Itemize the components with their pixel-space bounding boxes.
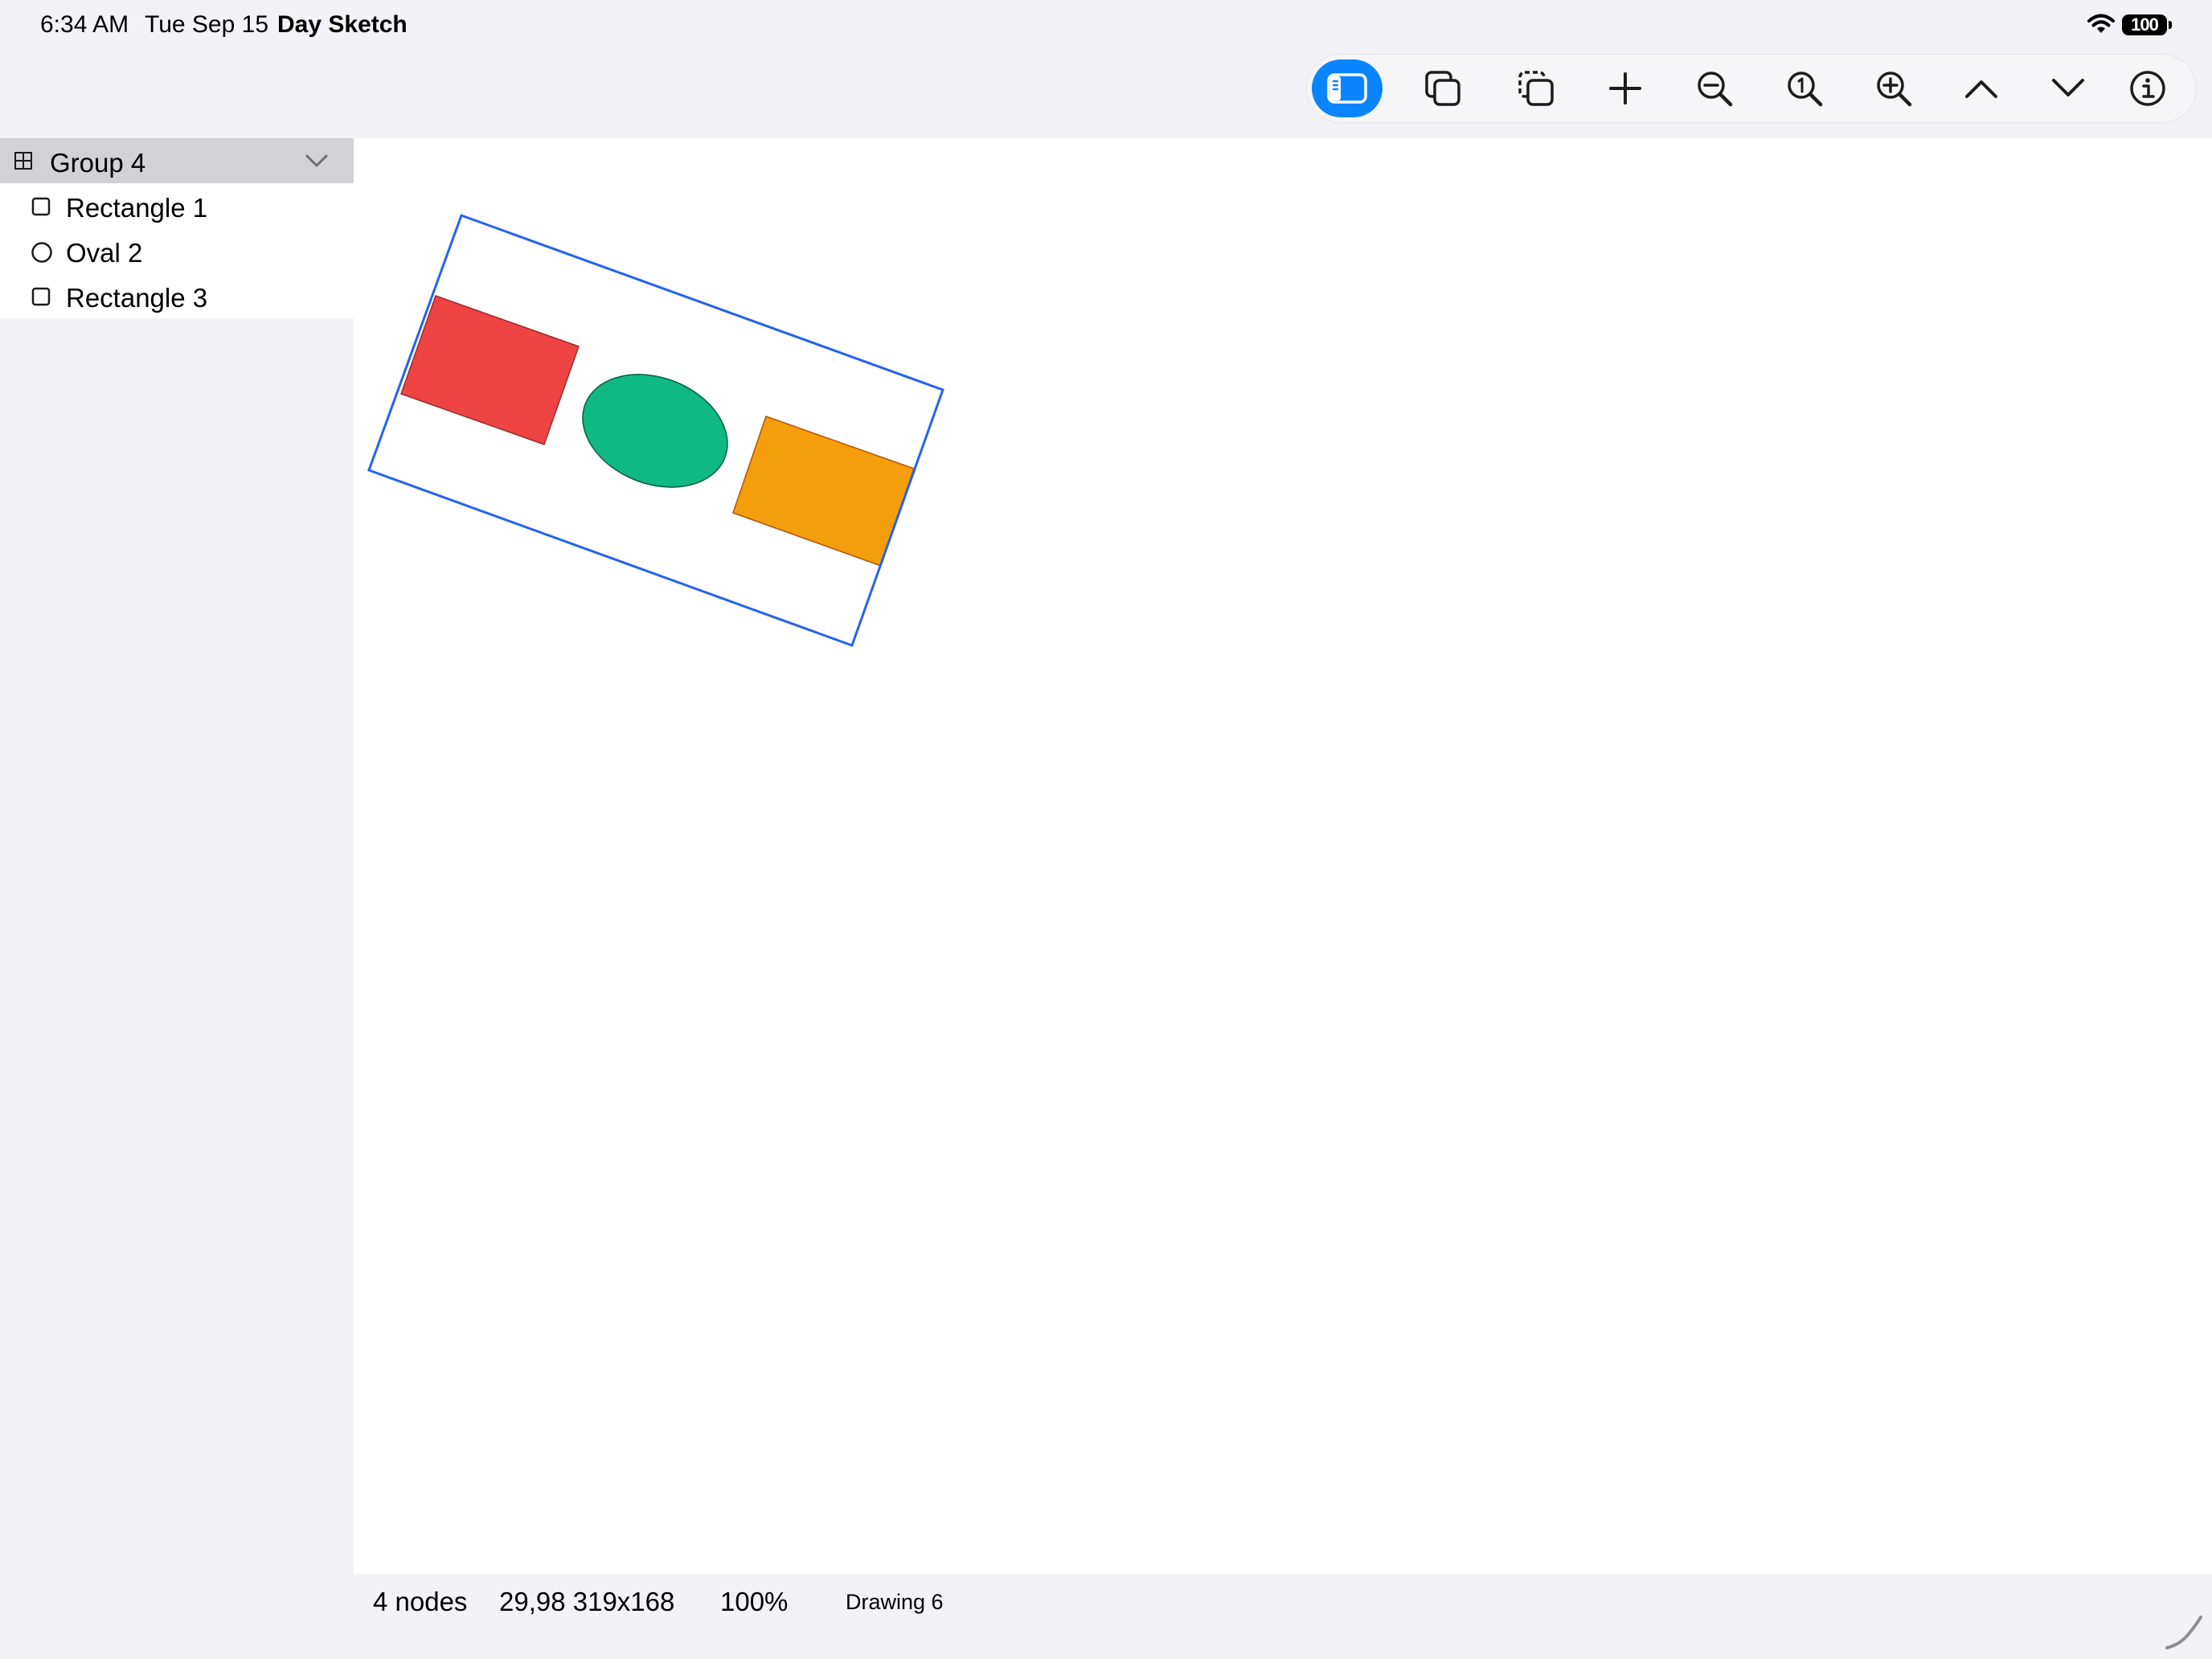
resize-grip-icon[interactable] xyxy=(2164,1611,2204,1651)
zoom-out-icon xyxy=(1698,72,1733,107)
duplicate-icon xyxy=(1425,71,1460,106)
plus-icon xyxy=(1609,72,1641,104)
rectangle-1-shape[interactable] xyxy=(400,295,580,445)
outline-row-label: Rectangle 1 xyxy=(66,193,208,223)
rectangle-icon xyxy=(31,287,51,306)
zoom-in-icon xyxy=(1877,72,1912,107)
toolbar xyxy=(1307,55,2196,122)
chevron-down-icon[interactable] xyxy=(304,153,330,169)
app-name: Day Sketch xyxy=(277,11,408,38)
node-count: 4 nodes xyxy=(373,1587,468,1616)
copy-selection-button[interactable] xyxy=(1492,59,1580,117)
sidebar-icon xyxy=(1327,73,1367,104)
move-up-button[interactable] xyxy=(1937,59,2026,117)
outline-row-label: Group 4 xyxy=(50,148,146,178)
chevron-down-icon xyxy=(2052,79,2084,96)
wifi-icon xyxy=(2087,14,2115,33)
add-button[interactable] xyxy=(1581,59,1669,117)
chevron-up-icon xyxy=(1965,80,1997,98)
zoom-actual-icon xyxy=(1788,72,1823,107)
zoom-out-button[interactable] xyxy=(1670,59,1759,117)
battery-level: 100 xyxy=(2122,14,2167,35)
toggle-sidebar-button[interactable] xyxy=(1312,59,1382,117)
status-footer: 4 nodes 29,98 319x168 100% Drawing 6 xyxy=(354,1574,2212,1659)
oval-2-shape[interactable] xyxy=(567,354,744,507)
outline-row-rectangle-3[interactable]: Rectangle 3 xyxy=(0,273,354,318)
group-icon xyxy=(14,152,32,170)
rectangle-3-shape[interactable] xyxy=(732,416,915,567)
outline-row-label: Rectangle 3 xyxy=(66,283,208,313)
status-time: 6:34 AM xyxy=(40,11,129,38)
zoom-in-button[interactable] xyxy=(1849,59,1938,117)
outline-row-label: Oval 2 xyxy=(66,238,143,268)
oval-icon xyxy=(31,242,52,263)
drawing-surface[interactable] xyxy=(354,138,2212,1574)
outline-row-rectangle-1[interactable]: Rectangle 1 xyxy=(0,183,354,228)
document-name: Drawing 6 xyxy=(846,1590,944,1614)
zoom-level: 100% xyxy=(720,1587,789,1616)
rectangle-icon xyxy=(31,197,51,216)
info-button[interactable] xyxy=(2103,59,2192,117)
info-icon xyxy=(2130,71,2165,106)
duplicate-button[interactable] xyxy=(1399,59,1487,117)
drawing-canvas[interactable] xyxy=(354,138,2212,1574)
selection-frame: 29,98 319x168 xyxy=(499,1587,675,1616)
outline-row-group-4[interactable]: Group 4 xyxy=(0,138,354,183)
status-date: Tue Sep 15 xyxy=(145,11,268,38)
actual-size-button[interactable] xyxy=(1760,59,1849,117)
outline-row-oval-2[interactable]: Oval 2 xyxy=(0,228,354,273)
battery-icon: 100 xyxy=(2122,14,2172,35)
move-down-button[interactable] xyxy=(2024,59,2112,117)
layers-sidebar: Group 4 Rectangle 1 Oval 2 Rectangle 3 xyxy=(0,138,354,1659)
status-bar: 6:34 AM Tue Sep 15 Day Sketch 100 xyxy=(0,0,2212,51)
copy-dashed-icon xyxy=(1518,71,1554,106)
